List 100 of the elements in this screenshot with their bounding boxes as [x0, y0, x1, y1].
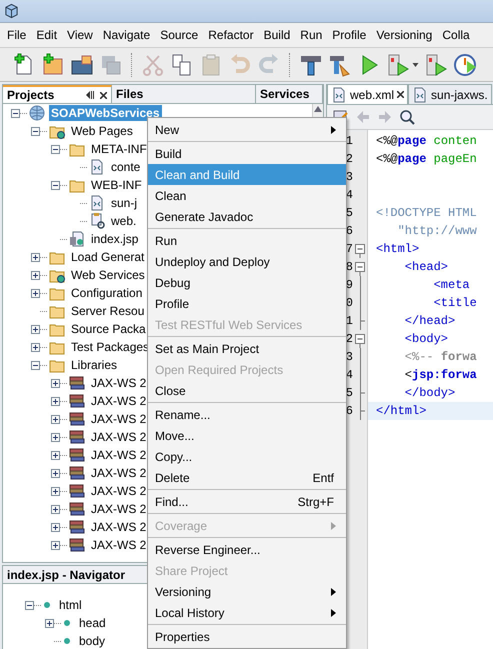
- tree-item[interactable]: JAX-WS 2: [89, 429, 148, 445]
- element-icon: [43, 601, 51, 609]
- tree-item[interactable]: conte: [109, 159, 142, 175]
- fold-toggle[interactable]: [355, 262, 365, 276]
- expand-toggle[interactable]: [31, 252, 40, 262]
- close-icon[interactable]: [100, 92, 107, 98]
- tree-item[interactable]: JAX-WS 2: [89, 501, 148, 517]
- expand-toggle[interactable]: [51, 450, 60, 460]
- tree-item[interactable]: JAX-WS 2: [89, 375, 148, 391]
- tree-item[interactable]: Libraries: [69, 357, 120, 373]
- menu-item[interactable]: Run: [295, 28, 328, 42]
- search-icon[interactable]: [399, 109, 415, 125]
- tree-item[interactable]: head: [77, 615, 108, 631]
- expand-toggle[interactable]: [31, 342, 40, 352]
- fold-toggle[interactable]: [355, 334, 365, 348]
- menu-item[interactable]: Undeploy and Deploy: [148, 251, 346, 272]
- panel-tab[interactable]: Services: [256, 85, 323, 103]
- menu-item[interactable]: Close: [148, 380, 346, 401]
- open-folder-icon[interactable]: [70, 52, 94, 76]
- expand-toggle[interactable]: [51, 396, 60, 406]
- tree-item[interactable]: sun-j: [109, 195, 140, 211]
- menu-item[interactable]: Move...: [148, 425, 346, 446]
- menu-item[interactable]: Versioning: [148, 581, 346, 602]
- panel-title: index.jsp - Navigator: [7, 568, 126, 582]
- tree-item[interactable]: JAX-WS 2: [89, 519, 148, 535]
- tree-item[interactable]: Source Packa: [69, 321, 148, 337]
- tree-item[interactable]: body: [77, 633, 108, 649]
- expand-toggle[interactable]: [31, 360, 40, 370]
- editor-tab[interactable]: web.xml: [327, 84, 408, 104]
- editor-tab[interactable]: sun-jaxws.: [408, 84, 492, 104]
- tree-item[interactable]: Load Generat: [69, 249, 146, 265]
- tree-item[interactable]: JAX-WS 2: [89, 465, 148, 481]
- tree-item[interactable]: Server Resou: [69, 303, 146, 319]
- minimize-icon[interactable]: [86, 91, 94, 99]
- expand-toggle[interactable]: [51, 540, 60, 550]
- line-number: 2: [344, 332, 353, 346]
- tree-item[interactable]: index.jsp: [89, 231, 140, 247]
- menu-item[interactable]: Properties: [148, 626, 346, 647]
- expand-toggle[interactable]: [31, 126, 40, 136]
- expand-toggle[interactable]: [51, 378, 60, 388]
- menu-item[interactable]: View: [62, 28, 98, 42]
- tree-item[interactable]: META-INF: [89, 141, 149, 157]
- menu-item[interactable]: Profile: [327, 28, 372, 42]
- expand-toggle[interactable]: [51, 432, 60, 442]
- expand-toggle[interactable]: [51, 504, 60, 514]
- menu-item[interactable]: Clean: [148, 185, 346, 206]
- tree-item[interactable]: Configuration: [69, 285, 144, 301]
- menu-item[interactable]: Edit: [31, 28, 62, 42]
- tree-item[interactable]: web.: [109, 213, 138, 229]
- expand-toggle[interactable]: [51, 522, 60, 532]
- menu-item[interactable]: Navigate: [98, 28, 156, 42]
- tree-item[interactable]: JAX-WS 2: [89, 411, 148, 427]
- expand-toggle[interactable]: [31, 288, 40, 298]
- caret-icon[interactable]: [412, 62, 419, 66]
- tree-item[interactable]: Web Services: [69, 267, 147, 283]
- tree-item[interactable]: JAX-WS 2: [89, 447, 148, 463]
- books-icon: [69, 519, 85, 535]
- menu-item[interactable]: Refactor: [203, 28, 259, 42]
- new-project-icon[interactable]: [41, 52, 65, 76]
- expand-toggle[interactable]: [51, 414, 60, 424]
- debug-icon[interactable]: [386, 52, 410, 76]
- menu-item[interactable]: New: [148, 119, 346, 140]
- expand-toggle[interactable]: [31, 270, 40, 280]
- tree-item[interactable]: html: [57, 597, 84, 613]
- menu-item[interactable]: Generate Javadoc: [148, 206, 346, 227]
- menu-item[interactable]: Build: [148, 143, 346, 164]
- tree-item[interactable]: JAX-WS 2: [89, 483, 148, 499]
- menu-item[interactable]: Versioning: [371, 28, 438, 42]
- menu-item[interactable]: Rename...: [148, 404, 346, 425]
- expand-toggle[interactable]: [51, 180, 60, 190]
- panel-tab[interactable]: Files: [112, 85, 256, 103]
- menu-item[interactable]: Source: [155, 28, 204, 42]
- fold-toggle[interactable]: [355, 244, 365, 258]
- menu-item[interactable]: File: [2, 28, 32, 42]
- clock-icon[interactable]: [453, 52, 477, 76]
- expand-toggle[interactable]: [45, 618, 54, 628]
- expand-toggle[interactable]: [25, 600, 34, 610]
- menu-item[interactable]: Build: [258, 28, 296, 42]
- tree-item[interactable]: JAX-WS 2: [89, 537, 148, 553]
- menu-item[interactable]: Copy...: [148, 446, 346, 467]
- xml-file-icon: [412, 86, 428, 102]
- expand-toggle[interactable]: [51, 486, 60, 496]
- menu-item[interactable]: Reverse Engineer...: [148, 539, 346, 560]
- debug-icon[interactable]: [424, 52, 448, 76]
- menu-item[interactable]: Profile: [148, 293, 346, 314]
- menu-item[interactable]: Run: [148, 230, 346, 251]
- expand-toggle[interactable]: [31, 324, 40, 334]
- close-icon[interactable]: [397, 91, 404, 98]
- menu-item[interactable]: Delete Entf: [148, 467, 346, 488]
- panel-tab[interactable]: Projects: [3, 85, 112, 103]
- expand-toggle[interactable]: [51, 468, 60, 478]
- expand-toggle[interactable]: [11, 108, 20, 118]
- expand-toggle[interactable]: [51, 144, 60, 154]
- menu-item[interactable]: Local History: [148, 602, 346, 623]
- tree-item[interactable]: WEB-INF: [89, 177, 144, 193]
- menu-item[interactable]: Find... Strg+F: [148, 491, 346, 512]
- tree-item[interactable]: JAX-WS 2: [89, 393, 148, 409]
- menu-item[interactable]: Colla: [437, 28, 475, 42]
- tree-item[interactable]: Web Pages: [69, 123, 135, 139]
- menu-item[interactable]: Debug: [148, 272, 346, 293]
